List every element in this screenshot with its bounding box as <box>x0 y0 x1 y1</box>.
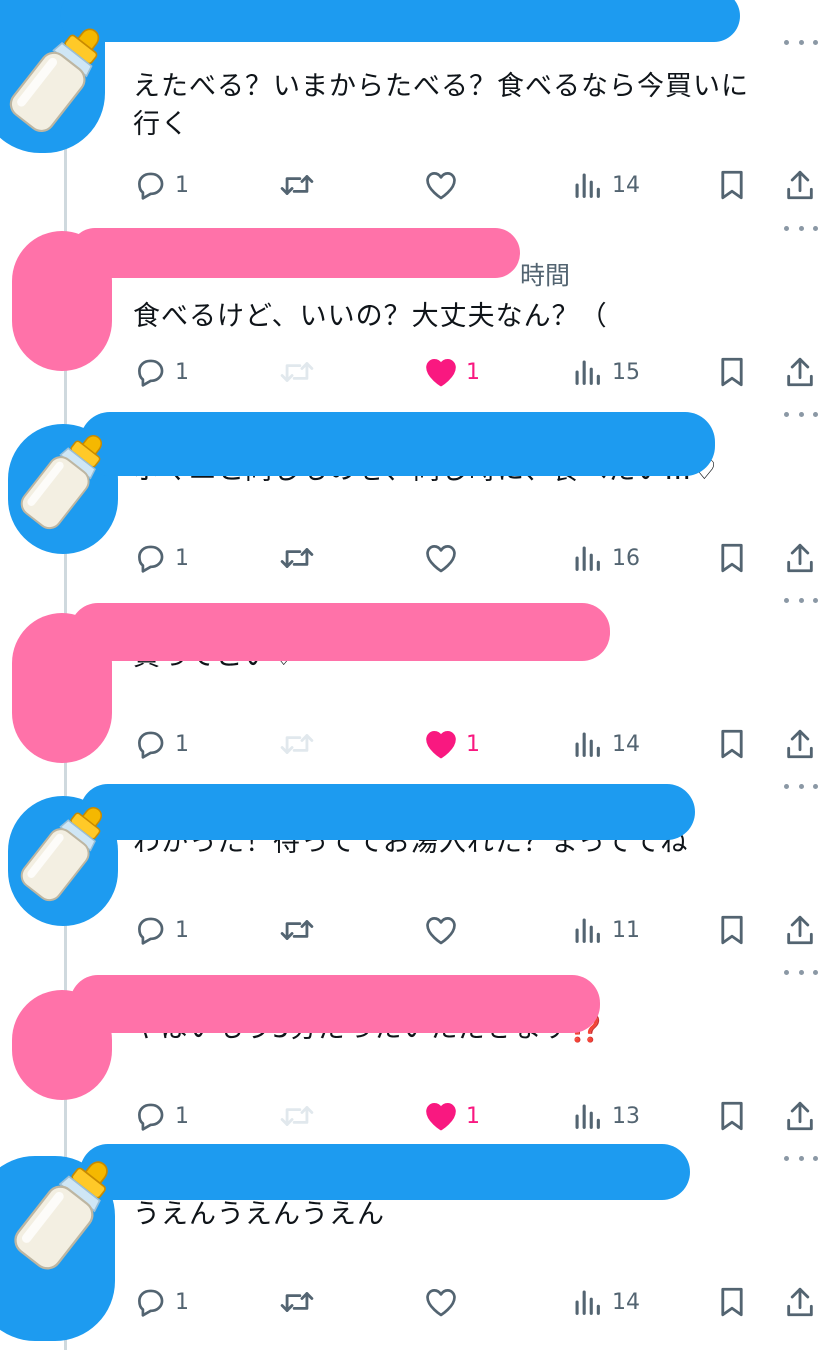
tweet[interactable]: うえんうえんうえん 1 14 <box>0 1116 840 1341</box>
tweet-text: えたべる？いまからたべる？食べるなら今買いに 行く <box>133 71 749 140</box>
bookmark-button[interactable] <box>716 1282 748 1322</box>
tweet-text: うえんうえんうえん <box>133 1199 385 1230</box>
baby-bottle-icon <box>14 1161 108 1270</box>
tweet[interactable]: 買ってこい♡ 1 1 14 <box>0 558 840 763</box>
reply-thread: えたべる？いまからたべる？食べるなら今買いに 行く 1 14 食べるけど、いいの… <box>0 0 840 1350</box>
views-icon <box>575 1290 600 1315</box>
baby-bottle-icon <box>20 806 103 902</box>
bookmark-icon <box>721 1287 743 1317</box>
reply-icon <box>138 1289 164 1317</box>
pink-scribble <box>70 975 600 1033</box>
pink-scribble <box>70 603 610 661</box>
more-icon[interactable] <box>784 410 818 418</box>
more-icon[interactable] <box>784 968 818 976</box>
baby-bottle-icon <box>20 434 103 530</box>
share-button[interactable] <box>784 1282 816 1322</box>
view-count: 14 <box>612 1289 640 1315</box>
more-icon[interactable] <box>784 596 818 604</box>
tweet[interactable]: ポマエと同じものを、同じ時に、食べたい…♡ 1 16 <box>0 372 840 573</box>
share-icon <box>787 1287 813 1317</box>
tweet-text: 食べるけど、いいの？大丈夫なん？（ <box>133 301 608 332</box>
blue-scribble <box>80 784 695 840</box>
heart-icon <box>426 1289 456 1317</box>
action-bar: 1 14 <box>0 1282 840 1322</box>
blue-scribble <box>80 412 715 476</box>
retweet-icon <box>280 1292 314 1312</box>
like-button[interactable] <box>424 1282 466 1322</box>
blue-scribble <box>60 0 740 42</box>
tweet[interactable]: わかった！待っててお湯入れた？まっててね 1 11 <box>0 744 840 945</box>
pink-scribble <box>70 228 520 278</box>
views-button[interactable]: 14 <box>570 1282 640 1322</box>
tweet[interactable]: えたべる？いまからたべる？食べるなら今買いに 行く 1 14 <box>0 0 840 200</box>
tweet[interactable]: 食べるけど、いいの？大丈夫なん？（ 1 1 15 時間 <box>0 186 840 387</box>
timestamp: 時間 <box>520 261 571 290</box>
more-icon[interactable] <box>784 782 818 790</box>
more-icon[interactable] <box>784 224 818 232</box>
more-icon[interactable] <box>784 1154 818 1162</box>
reply-count: 1 <box>175 1289 189 1315</box>
tweet[interactable]: やばいもう5分だったいただきます⁉️ 1 1 13 <box>0 930 840 1131</box>
baby-bottle-icon <box>9 28 100 133</box>
blue-scribble <box>80 1144 690 1200</box>
more-icon[interactable] <box>784 38 818 46</box>
retweet-button[interactable] <box>278 1282 316 1322</box>
reply-button[interactable]: 1 <box>133 1282 189 1322</box>
